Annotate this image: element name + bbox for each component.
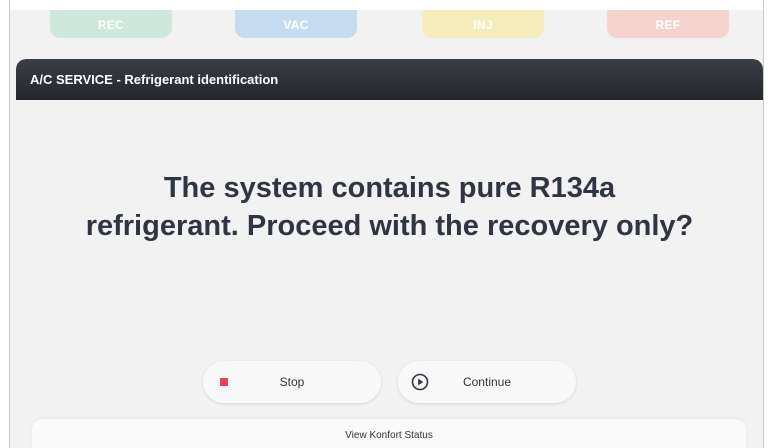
dialog-message: The system contains pure R134a refrigera… bbox=[16, 169, 763, 245]
tab-vac[interactable]: VAC bbox=[235, 10, 357, 38]
phase-tabs: REC VAC INJ REF bbox=[10, 10, 763, 40]
continue-button-label: Continue bbox=[462, 375, 512, 389]
message-line-1: The system contains pure R134a bbox=[163, 172, 616, 204]
dialog-card: A/C SERVICE - Refrigerant identification… bbox=[16, 59, 763, 448]
tab-rec[interactable]: REC bbox=[50, 10, 172, 38]
status-bar-label: View Konfort Status bbox=[345, 430, 433, 441]
right-border bbox=[763, 0, 764, 448]
message-line-2: refrigerant. Proceed with the recovery o… bbox=[85, 210, 694, 242]
tab-ref[interactable]: REF bbox=[607, 10, 729, 38]
card-header: A/C SERVICE - Refrigerant identification bbox=[16, 59, 763, 100]
app-panel: REC VAC INJ REF A/C SERVICE - Refrigeran… bbox=[10, 10, 763, 448]
tab-inj[interactable]: INJ bbox=[422, 10, 544, 38]
stop-button-label: Stop bbox=[279, 375, 305, 389]
view-konfort-status-bar[interactable]: View Konfort Status bbox=[32, 419, 746, 448]
stop-button[interactable]: Stop bbox=[203, 361, 381, 403]
card-title: A/C SERVICE - Refrigerant identification bbox=[30, 72, 279, 87]
continue-button[interactable]: Continue bbox=[398, 361, 576, 403]
